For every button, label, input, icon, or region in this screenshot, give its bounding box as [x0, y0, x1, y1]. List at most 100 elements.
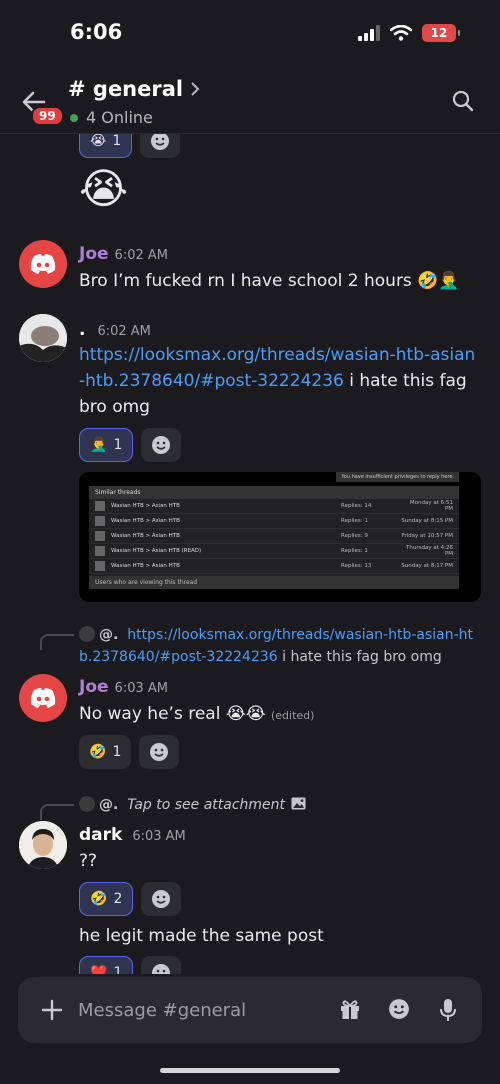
image-icon: [291, 797, 306, 810]
reaction-count: 1: [113, 965, 123, 974]
add-reaction-button[interactable]: [141, 428, 182, 462]
thread-title: Wasian HTB > Asian HTB (READ): [111, 548, 202, 554]
online-dot-icon: [70, 113, 78, 122]
smiley-icon: [151, 134, 170, 150]
cellular-signal-icon: [358, 25, 380, 41]
avatar[interactable]: [19, 240, 67, 288]
message-text: https://looksmax.org/threads/wasian-htb-…: [79, 342, 479, 420]
avatar[interactable]: [19, 821, 67, 869]
gift-icon[interactable]: [339, 998, 361, 1020]
reaction-chip[interactable]: 🤣 1: [79, 735, 132, 769]
replies-label: Replies:: [341, 548, 363, 554]
reaction-row: ❤️ 1: [79, 956, 182, 974]
thread-stats: Replies: 13: [341, 563, 401, 569]
replies-label: Replies:: [341, 518, 363, 524]
reply-author: @.: [99, 797, 119, 813]
plus-icon[interactable]: [40, 998, 64, 1022]
thread-date: Monday at 6:51 PM: [409, 500, 453, 512]
thread-avatar-icon: [95, 501, 105, 511]
add-reaction-button[interactable]: [140, 134, 181, 158]
reaction-emoji: 🤣: [90, 891, 108, 907]
message-composer: [18, 977, 482, 1043]
reaction-row: 🤦‍♂️ 1: [79, 428, 182, 462]
smiley-icon: [152, 890, 171, 908]
replies-count: 13: [364, 563, 372, 569]
reply-connector: [40, 634, 74, 650]
add-reaction-button[interactable]: [139, 735, 180, 769]
replies-label: Replies:: [341, 533, 363, 539]
username[interactable]: dark: [79, 825, 122, 845]
forum-row: Wasian HTB > Asian HTB Replies: 1 Sunday…: [89, 514, 459, 529]
emoji-picker-icon[interactable]: [388, 998, 410, 1020]
reply-avatar: [79, 796, 95, 812]
message-header: Joe 6:03 AM: [79, 677, 168, 697]
microphone-icon[interactable]: [440, 998, 456, 1022]
reaction-count: 1: [113, 437, 123, 453]
battery-indicator: 12: [422, 24, 460, 42]
search-icon[interactable]: [452, 90, 474, 112]
status-icons: 12: [358, 24, 460, 42]
status-bar: 6:06 12: [0, 0, 500, 68]
discord-logo-icon: [30, 254, 56, 274]
replies-count: 1: [364, 518, 368, 524]
reply-author: @.: [99, 627, 119, 643]
reaction-chip[interactable]: 🤣 2: [79, 882, 134, 916]
reaction-emoji: 😭: [90, 134, 107, 149]
chevron-right-icon: [191, 82, 200, 96]
thread-date: Thursday at 4:26 PM: [406, 545, 453, 557]
username[interactable]: Joe: [79, 244, 109, 264]
message-input[interactable]: [78, 995, 328, 1025]
reaction-chip[interactable]: 🤦‍♂️ 1: [79, 428, 134, 462]
replies-label: Replies:: [341, 563, 363, 569]
forum-screenshot: Similar threads Wasian HTB > Asian HTB R…: [89, 486, 459, 589]
message-body: No way he’s real 😭😭: [79, 704, 266, 724]
smiley-icon: [150, 743, 169, 761]
thread-avatar-icon: [95, 546, 105, 556]
reply-text: i hate this fag bro omg: [277, 649, 442, 665]
unread-badge: 99: [31, 106, 64, 126]
channel-name: # general: [68, 77, 184, 101]
message-text: ??: [79, 851, 98, 871]
username[interactable]: Joe: [79, 677, 109, 697]
timestamp: 6:03 AM: [132, 829, 186, 844]
message-header: dark 6:03 AM: [79, 825, 186, 845]
thread-date: Sunday at 8:17 PM: [401, 563, 453, 569]
message-header: Joe 6:02 AM: [79, 244, 168, 264]
forum-header: Similar threads: [89, 486, 459, 499]
thread-stats: Replies: 1: [341, 518, 401, 524]
avatar[interactable]: [19, 674, 67, 722]
reaction-chip[interactable]: ❤️ 1: [79, 956, 134, 974]
timestamp: 6:02 AM: [114, 248, 168, 263]
user-photo-icon: [19, 821, 67, 869]
edited-label: (edited): [270, 709, 315, 722]
thread-avatar-icon: [95, 531, 105, 541]
home-indicator[interactable]: [160, 1068, 340, 1073]
reply-preview[interactable]: @. https://looksmax.org/threads/wasian-h…: [79, 624, 479, 668]
thread-avatar-icon: [95, 516, 105, 526]
online-status: 4 Online: [70, 108, 153, 127]
thread-date: Sunday at 8:15 PM: [401, 518, 453, 524]
wifi-icon: [390, 25, 412, 41]
status-time: 6:06: [70, 20, 123, 44]
reaction-emoji: 🤦‍♂️: [90, 437, 108, 453]
reaction-chip[interactable]: 😭 1: [79, 134, 133, 158]
large-emoji: 😭: [79, 164, 129, 213]
channel-title[interactable]: # general: [68, 77, 201, 101]
forum-row: Wasian HTB > Asian HTB Replies: 9 Friday…: [89, 529, 459, 544]
online-count: 4 Online: [86, 108, 153, 127]
thread-avatar-icon: [95, 561, 105, 571]
discord-logo-icon: [30, 688, 56, 708]
reply-text: Tap to see attachment: [127, 797, 286, 813]
avatar[interactable]: [19, 314, 67, 362]
thread-stats: Replies: 14: [341, 503, 401, 509]
add-reaction-button[interactable]: [141, 882, 182, 916]
username[interactable]: .: [79, 320, 85, 340]
image-attachment[interactable]: You have insufficient privileges to repl…: [79, 472, 481, 602]
add-reaction-button[interactable]: [141, 956, 182, 974]
user-photo-icon: [19, 314, 67, 362]
thread-title: Wasian HTB > Asian HTB: [111, 503, 180, 509]
message-text: Bro I’m fucked rn I have school 2 hours …: [79, 271, 460, 291]
reaction-row: 🤣 2: [79, 882, 182, 916]
reply-preview[interactable]: @. Tap to see attachment: [79, 794, 479, 816]
message-list[interactable]: 😭 1 😭 Joe 6:02 AM Bro I’m fucked rn I ha…: [0, 134, 500, 974]
